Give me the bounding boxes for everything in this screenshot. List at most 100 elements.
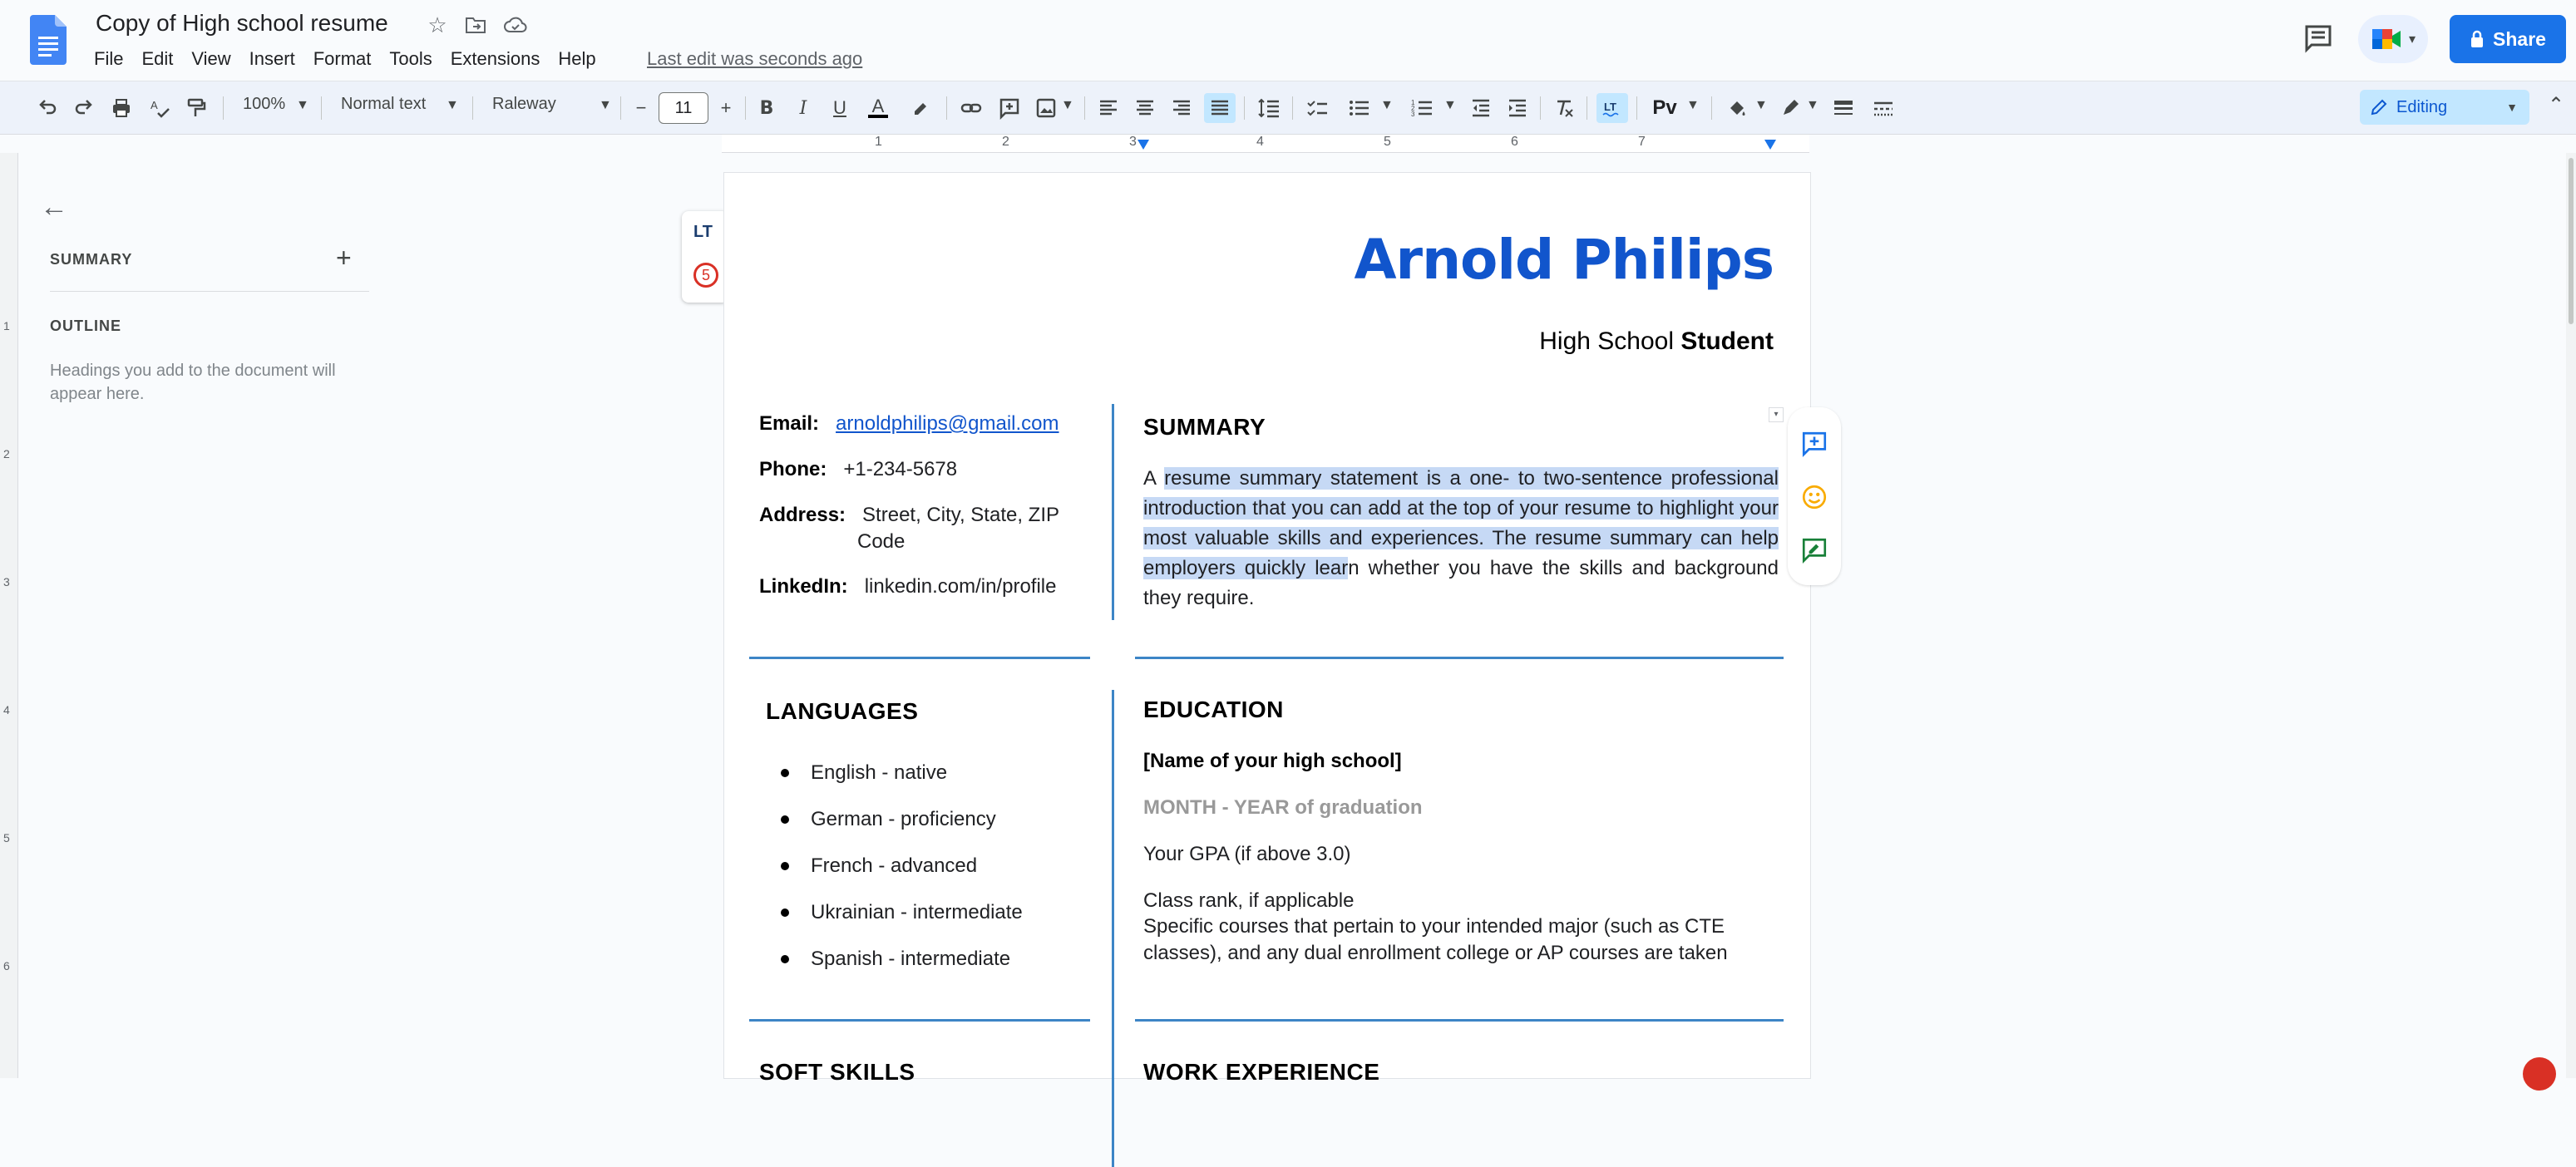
pv-dropdown-icon[interactable]: ▼ (1686, 98, 1700, 113)
pv-extension-icon[interactable]: Pv (1650, 93, 1680, 123)
print-icon[interactable] (106, 93, 136, 123)
move-folder-icon[interactable] (462, 12, 489, 38)
vertical-ruler[interactable]: 1 2 3 4 5 6 (0, 153, 18, 1078)
menu-file[interactable]: File (94, 48, 131, 70)
text-color-icon[interactable]: A (865, 93, 891, 123)
add-comment-icon[interactable] (1794, 424, 1834, 464)
courses-text-line2[interactable]: classes), and any dual enrollment colleg… (1143, 942, 1728, 965)
notification-badge-icon[interactable] (2523, 1057, 2556, 1091)
undo-icon[interactable] (32, 93, 62, 123)
last-edit-link[interactable]: Last edit was seconds ago (647, 48, 862, 70)
bullets-dropdown-icon[interactable]: ▼ (1380, 98, 1394, 113)
soft-skills-heading[interactable]: SOFT SKILLS (759, 1059, 915, 1086)
graduation-date[interactable]: MONTH - YEAR of graduation (1143, 796, 1423, 820)
menu-format[interactable]: Format (313, 48, 380, 70)
font-size-input[interactable]: 11 (659, 92, 708, 124)
decrease-indent-icon[interactable] (1467, 93, 1495, 123)
heading-collapse-icon[interactable]: ▾ (1769, 407, 1784, 422)
spellcheck-icon[interactable]: A (145, 93, 175, 123)
numbered-list-icon[interactable]: 123 (1407, 93, 1437, 123)
line-spacing-icon[interactable] (1254, 93, 1284, 123)
emoji-reaction-icon[interactable] (1794, 477, 1834, 517)
hide-menus-icon[interactable]: ⌃ (2548, 93, 2564, 117)
menu-insert[interactable]: Insert (249, 48, 303, 70)
issue-count-badge[interactable]: 5 (693, 263, 718, 288)
add-comment-icon[interactable] (994, 93, 1024, 123)
education-heading[interactable]: EDUCATION (1143, 697, 1284, 723)
underline-icon[interactable]: U (827, 93, 853, 123)
list-item[interactable]: French - advanced (771, 843, 1023, 889)
fill-color-icon[interactable] (1723, 93, 1751, 123)
insert-link-icon[interactable] (956, 93, 986, 123)
cloud-saved-icon[interactable] (502, 12, 529, 38)
increase-indent-icon[interactable] (1503, 93, 1532, 123)
contact-email[interactable]: Email: arnoldphilips@gmail.com (759, 412, 1059, 436)
languagetool-icon[interactable]: LT (1596, 93, 1628, 123)
bulleted-list-icon[interactable] (1344, 93, 1374, 123)
menu-extensions[interactable]: Extensions (451, 48, 549, 70)
languages-list[interactable]: English - native German - proficiency Fr… (771, 750, 1023, 982)
insert-image-icon[interactable] (1031, 93, 1061, 123)
border-color-icon[interactable] (1776, 93, 1804, 123)
image-dropdown-icon[interactable]: ▼ (1061, 98, 1074, 113)
summary-paragraph[interactable]: A resume summary statement is a one- to … (1143, 464, 1779, 613)
suggest-edits-icon[interactable] (1794, 530, 1834, 570)
contact-phone[interactable]: Phone: +1-234-5678 (759, 458, 957, 481)
list-item[interactable]: Spanish - intermediate (771, 936, 1023, 982)
justify-icon[interactable] (1204, 93, 1236, 123)
close-outline-icon[interactable]: ← (40, 191, 68, 224)
add-summary-icon[interactable]: + (336, 243, 352, 273)
menu-help[interactable]: Help (558, 48, 604, 70)
school-name[interactable]: [Name of your high school] (1143, 750, 1402, 773)
border-color-dropdown-icon[interactable]: ▼ (1806, 98, 1819, 113)
checklist-icon[interactable] (1302, 93, 1332, 123)
paint-format-icon[interactable] (181, 93, 211, 123)
comment-history-icon[interactable] (2302, 22, 2335, 55)
email-link[interactable]: arnoldphilips@gmail.com (836, 412, 1059, 435)
summary-heading[interactable]: SUMMARY (1143, 414, 1266, 441)
languagetool-widget[interactable]: LT 5 (682, 211, 728, 303)
redo-icon[interactable] (70, 93, 100, 123)
docs-logo-icon[interactable] (30, 15, 67, 65)
list-item[interactable]: English - native (771, 750, 1023, 796)
contact-address[interactable]: Address: Street, City, State, ZIP (759, 504, 1059, 527)
star-icon[interactable]: ☆ (424, 12, 451, 38)
right-indent-marker-icon[interactable] (1764, 140, 1776, 150)
gpa-text[interactable]: Your GPA (if above 3.0) (1143, 843, 1350, 866)
languages-heading[interactable]: LANGUAGES (766, 698, 918, 725)
italic-icon[interactable]: I (790, 93, 817, 123)
numbering-dropdown-icon[interactable]: ▼ (1443, 98, 1457, 113)
clear-formatting-icon[interactable] (1550, 93, 1578, 123)
style-dropdown-icon[interactable]: ▼ (446, 98, 459, 113)
class-rank-text[interactable]: Class rank, if applicable (1143, 889, 1354, 913)
bold-icon[interactable]: B (753, 93, 780, 123)
menu-tools[interactable]: Tools (389, 48, 440, 70)
editing-mode-select[interactable]: Editing ▼ (2360, 90, 2529, 125)
border-dash-icon[interactable] (1869, 93, 1897, 123)
align-right-icon[interactable] (1167, 93, 1196, 123)
fill-dropdown-icon[interactable]: ▼ (1754, 98, 1768, 113)
zoom-select[interactable]: 100% (243, 95, 285, 114)
list-item[interactable]: Ukrainian - intermediate (771, 889, 1023, 936)
courses-text-line1[interactable]: Specific courses that pertain to your in… (1143, 915, 1725, 938)
horizontal-ruler[interactable]: 1 2 3 4 5 6 7 (722, 135, 1809, 153)
style-select[interactable]: Normal text (341, 95, 426, 114)
list-item[interactable]: German - proficiency (771, 796, 1023, 843)
increase-font-size-button[interactable]: + (713, 93, 738, 123)
scrollbar-thumb[interactable] (2569, 158, 2574, 324)
resume-name[interactable]: Arnold Philips (1354, 228, 1774, 292)
align-center-icon[interactable] (1131, 93, 1159, 123)
indent-marker-icon[interactable] (1137, 140, 1149, 150)
decrease-font-size-button[interactable]: − (629, 93, 654, 123)
font-select[interactable]: Raleway (492, 95, 556, 114)
zoom-dropdown-icon[interactable]: ▼ (296, 98, 309, 113)
document-title[interactable]: Copy of High school resume (96, 10, 388, 37)
align-left-icon[interactable] (1094, 93, 1123, 123)
share-button[interactable]: Share (2450, 15, 2566, 63)
work-experience-heading[interactable]: WORK EXPERIENCE (1143, 1059, 1379, 1086)
menu-edit[interactable]: Edit (141, 48, 181, 70)
menu-view[interactable]: View (191, 48, 239, 70)
meet-button[interactable]: ▾ (2358, 15, 2428, 63)
contact-linkedin[interactable]: LinkedIn: linkedin.com/in/profile (759, 575, 1056, 598)
resume-subtitle[interactable]: High School Student (1539, 327, 1774, 356)
